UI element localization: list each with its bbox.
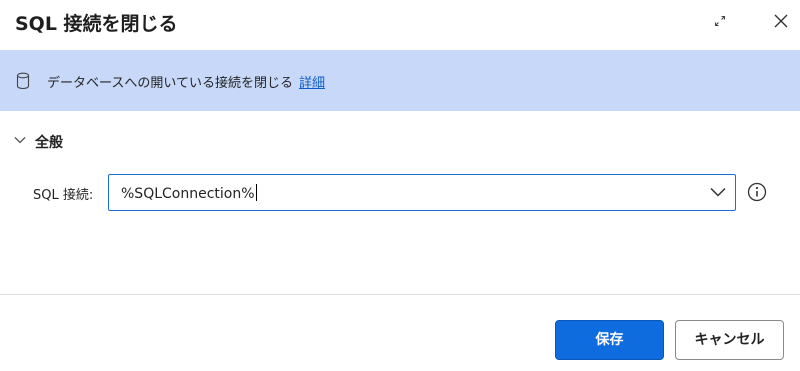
- close-button[interactable]: [766, 6, 796, 36]
- cancel-button[interactable]: キャンセル: [675, 320, 784, 360]
- dialog-title: SQL 接続を閉じる: [15, 13, 178, 35]
- sql-connection-label: SQL 接続:: [33, 188, 94, 203]
- info-banner: データベースへの開いている接続を閉じる 詳細: [0, 50, 800, 111]
- banner-message: データベースへの開いている接続を閉じる 詳細: [47, 72, 325, 91]
- chevron-down-icon[interactable]: [709, 186, 727, 198]
- title-bar: SQL 接続を閉じる: [0, 0, 800, 48]
- banner-description: データベースへの開いている接続を閉じる: [47, 76, 293, 91]
- details-link[interactable]: 詳細: [299, 76, 325, 91]
- database-icon: [16, 72, 30, 90]
- expand-button[interactable]: [705, 6, 735, 36]
- info-icon[interactable]: [747, 182, 767, 202]
- section-title: 全般: [35, 135, 63, 151]
- text-cursor: [255, 184, 257, 201]
- footer-divider: [0, 294, 800, 295]
- close-icon: [774, 14, 788, 28]
- sql-connection-select[interactable]: %SQLConnection%: [108, 174, 736, 211]
- chevron-down-icon: [14, 137, 26, 144]
- close-sql-connection-dialog: SQL 接続を閉じる データベースへの開いている接続を閉じる 詳細 全般 SQL …: [0, 0, 800, 371]
- sql-connection-text: %SQLConnection%: [121, 186, 255, 202]
- expand-icon: [714, 15, 726, 27]
- sql-connection-value[interactable]: %SQLConnection%: [121, 184, 257, 202]
- save-button[interactable]: 保存: [555, 320, 664, 360]
